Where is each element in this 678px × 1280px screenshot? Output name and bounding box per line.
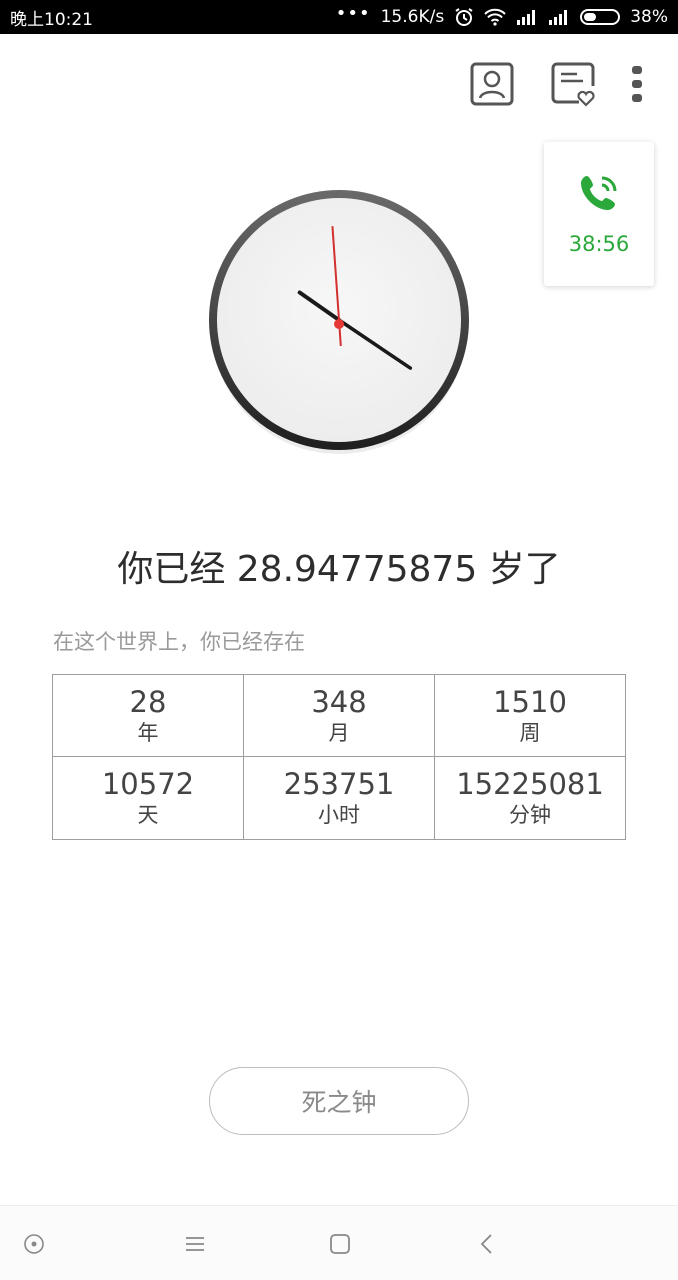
more-options-button[interactable]: [626, 62, 648, 106]
stat-unit: 分钟: [509, 803, 551, 827]
stat-hours: 253751 小时: [244, 757, 435, 839]
stat-value: 15225081: [456, 767, 604, 801]
stat-days: 10572 天: [53, 757, 244, 839]
person-icon: [470, 62, 514, 106]
network-speed: 15.6K/s: [380, 7, 445, 27]
stat-years: 28 年: [53, 675, 244, 757]
stat-weeks: 1510 周: [435, 675, 625, 757]
hamburger-menu-icon: [186, 1237, 204, 1251]
system-nav-bar: [0, 1205, 678, 1280]
top-action-bar: [0, 34, 678, 134]
status-bar: 晚上10:21 ••• 15.6K/s 38%: [0, 0, 678, 34]
age-headline: 你已经 28.94775875 岁了: [117, 549, 561, 590]
status-time: 晚上10:21: [10, 9, 93, 30]
favorites-card-button[interactable]: [551, 62, 595, 107]
phone-call-icon: [581, 176, 617, 210]
more-vertical-icon: [632, 66, 642, 102]
stat-minutes: 15225081 分钟: [435, 757, 625, 839]
stat-value: 10572: [101, 767, 195, 801]
card-heart-icon: [551, 62, 595, 107]
life-stats-grid: 28 年 348 月 1510 周 10572 天 253751 小时 1522…: [52, 674, 626, 840]
stat-value: 28: [129, 684, 167, 719]
ongoing-call-widget[interactable]: 38:56: [544, 142, 654, 286]
stat-unit: 天: [137, 803, 159, 827]
assistant-button[interactable]: [22, 1232, 46, 1256]
stat-unit: 月: [328, 720, 350, 745]
alarm-icon: [454, 7, 474, 27]
home-button[interactable]: [328, 1232, 352, 1256]
profile-button[interactable]: [470, 62, 514, 106]
stat-unit: 年: [137, 720, 159, 745]
more-notifications-icon: •••: [335, 2, 371, 24]
battery-icon: [580, 9, 621, 25]
call-duration: 38:56: [568, 232, 630, 256]
death-clock-button[interactable]: 死之钟: [209, 1067, 469, 1135]
stat-unit: 小时: [318, 803, 360, 827]
battery-percent: 38%: [630, 7, 668, 27]
stat-months: 348 月: [244, 675, 435, 757]
signal-icon-1: [516, 9, 538, 25]
wifi-icon: [484, 8, 506, 26]
battery-level: [584, 13, 597, 21]
target-circle-icon: [24, 1234, 44, 1254]
analog-clock: [205, 186, 473, 454]
stat-unit: 周: [519, 720, 541, 745]
back-button[interactable]: [475, 1232, 499, 1256]
square-home-icon: [330, 1234, 350, 1254]
existence-caption: 在这个世界上，你已经存在: [53, 630, 305, 654]
stat-value: 1510: [493, 684, 567, 719]
signal-icon-2: [548, 9, 570, 25]
stat-value: 348: [311, 684, 367, 719]
chevron-left-icon: [480, 1234, 492, 1254]
stat-value: 253751: [283, 767, 395, 801]
menu-button[interactable]: [183, 1232, 207, 1256]
clock-center-pin: [334, 319, 344, 329]
